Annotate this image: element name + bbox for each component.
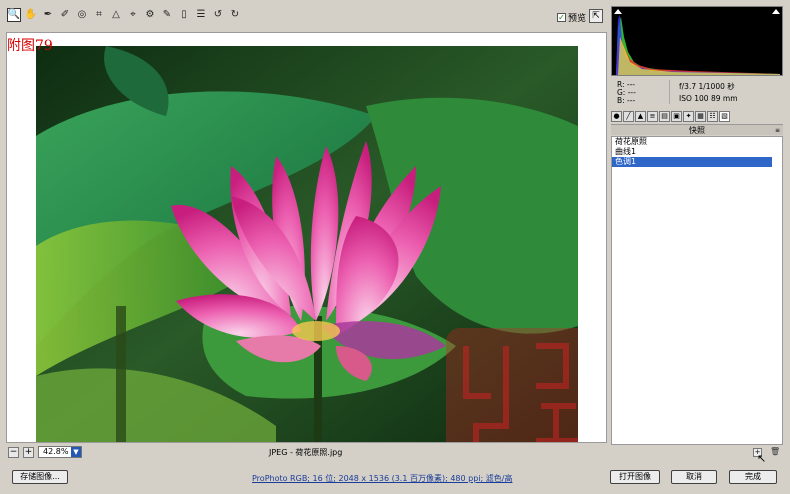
snapshot-list: 荷花原照 曲线1 色调1 bbox=[611, 136, 783, 445]
done-button[interactable]: 完成 bbox=[729, 470, 777, 484]
image-canvas[interactable]: 附图79 bbox=[6, 32, 607, 443]
preview-label: 预览 bbox=[568, 14, 587, 24]
toolbar: 🔍 ✋ ✒ ✐ ◎ ⌗ △ ⌖ ⚙ ✎ ▯ ☰ ↺ ↻ bbox=[0, 0, 609, 30]
zoom-icon[interactable]: 🔍 bbox=[7, 8, 21, 22]
filename-label: JPEG - 荷花原照.jpg bbox=[269, 448, 343, 457]
color-sampler-icon[interactable]: ✐ bbox=[58, 8, 72, 22]
zoom-control: − + 42.8% ▼ bbox=[8, 446, 82, 458]
basic-tab-icon[interactable]: ● bbox=[611, 111, 622, 122]
panel-tabs: ● ╱ ▲ ≡ ▤ ▣ ✦ ▦ ☷ ▧ bbox=[611, 111, 783, 123]
snapshot-item-selected[interactable]: 色调1 bbox=[612, 157, 772, 167]
snapshot-item[interactable]: 曲线1 bbox=[612, 147, 772, 157]
zoom-in-button[interactable]: + bbox=[23, 446, 34, 458]
tone-curve-tab-icon[interactable]: ╱ bbox=[623, 111, 634, 122]
exposure-info: f/3.7 1/1000 秒 bbox=[679, 82, 735, 91]
snapshots-tab-icon[interactable]: ▧ bbox=[719, 111, 730, 122]
crop-icon[interactable]: ⌗ bbox=[92, 8, 106, 22]
page-number: 第91页 bbox=[729, 12, 769, 26]
gradient-filter-icon[interactable]: ▯ bbox=[177, 8, 191, 22]
open-image-button[interactable]: 打开图像 bbox=[610, 470, 660, 484]
target-adjust-icon[interactable]: ◎ bbox=[75, 8, 89, 22]
preview-toggle[interactable]: ✓ 预览 bbox=[557, 11, 586, 24]
red-eye-icon[interactable]: ⚙ bbox=[143, 8, 157, 22]
panel-title: 快照 ≡ bbox=[611, 124, 783, 135]
adjustment-brush-icon[interactable]: ✎ bbox=[160, 8, 174, 22]
chevron-down-icon[interactable]: ▼ bbox=[71, 447, 81, 457]
info-divider bbox=[669, 80, 670, 104]
workflow-options-link[interactable]: ProPhoto RGB; 16 位; 2048 x 1536 (3.1 百万像… bbox=[252, 473, 512, 484]
save-image-button[interactable]: 存储图像... bbox=[12, 470, 68, 484]
detail-tab-icon[interactable]: ▲ bbox=[635, 111, 646, 122]
cancel-button[interactable]: 取消 bbox=[671, 470, 717, 484]
eyedropper-icon[interactable]: ✒ bbox=[41, 8, 55, 22]
lens-tab-icon[interactable]: ▣ bbox=[671, 111, 682, 122]
effects-tab-icon[interactable]: ✦ bbox=[683, 111, 694, 122]
preview-checkbox[interactable]: ✓ bbox=[557, 13, 566, 22]
zoom-value: 42.8% bbox=[43, 447, 69, 456]
snapshot-item[interactable]: 荷花原照 bbox=[612, 137, 772, 147]
split-toning-tab-icon[interactable]: ▤ bbox=[659, 111, 670, 122]
mouse-cursor-icon: ↖ bbox=[757, 452, 767, 465]
info-panel: R: --- G: --- B: --- f/3.7 1/1000 秒 ISO … bbox=[611, 78, 783, 105]
panel-title-text: 快照 bbox=[689, 126, 705, 135]
preferences-icon[interactable]: ☰ bbox=[194, 8, 208, 22]
figure-label: 附图79 bbox=[7, 38, 53, 54]
iso-info: ISO 100 89 mm bbox=[679, 94, 738, 103]
presets-tab-icon[interactable]: ☷ bbox=[707, 111, 718, 122]
spot-removal-icon[interactable]: ⌖ bbox=[126, 8, 140, 22]
trash-icon[interactable]: 🗑 bbox=[770, 448, 780, 457]
hsl-tab-icon[interactable]: ≡ bbox=[647, 111, 658, 122]
b-value: B: --- bbox=[617, 96, 636, 105]
camera-calibration-tab-icon[interactable]: ▦ bbox=[695, 111, 706, 122]
fullscreen-icon[interactable]: ⇱ bbox=[589, 9, 603, 23]
lotus-photo bbox=[36, 46, 578, 442]
straighten-icon[interactable]: △ bbox=[109, 8, 123, 22]
rotate-left-icon[interactable]: ↺ bbox=[211, 8, 225, 22]
panel-menu-icon[interactable]: ≡ bbox=[775, 125, 780, 136]
zoom-select[interactable]: 42.8% ▼ bbox=[38, 446, 82, 458]
hand-icon[interactable]: ✋ bbox=[24, 8, 38, 22]
rotate-right-icon[interactable]: ↻ bbox=[228, 8, 242, 22]
zoom-out-button[interactable]: − bbox=[8, 446, 19, 458]
